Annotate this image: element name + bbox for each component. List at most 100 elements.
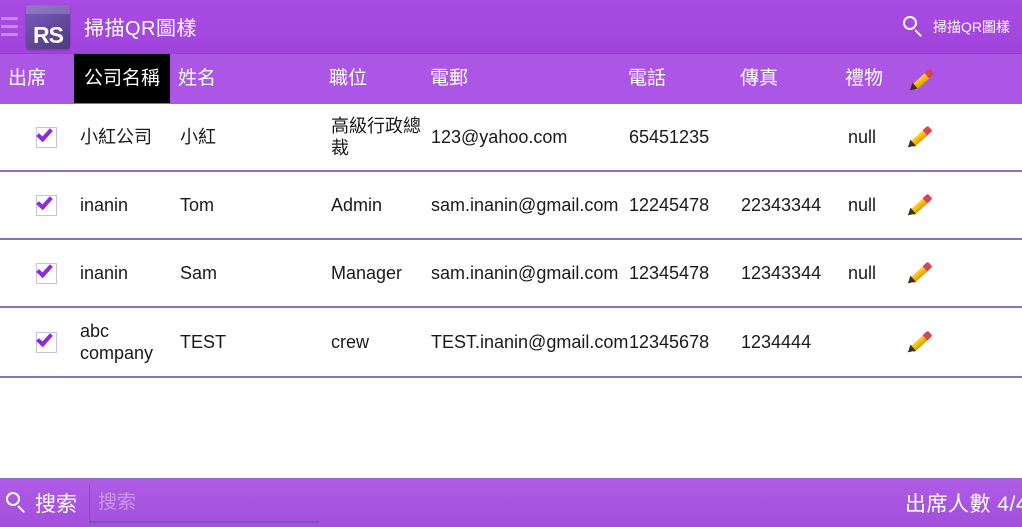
row-attend-checkbox-cell[interactable]: [36, 172, 70, 238]
app-logo[interactable]: RS: [26, 4, 70, 49]
table-row[interactable]: inanin Sam Manager sam.inanin@gmail.com …: [0, 240, 1022, 308]
row-phone-cell: 65451235: [629, 104, 733, 170]
column-header-edit[interactable]: [907, 67, 935, 98]
row-fax-cell: [741, 104, 837, 170]
checkmark-icon: [36, 192, 53, 210]
row-edit-button[interactable]: [905, 308, 946, 376]
column-header-fax[interactable]: 傳真: [740, 54, 778, 103]
search-icon: [903, 15, 925, 38]
company-value: abc company: [80, 321, 154, 363]
title-value: 高級行政總裁: [331, 116, 421, 158]
email-value: TEST.inanin@gmail.com: [431, 332, 629, 352]
column-header-email[interactable]: 電郵: [430, 54, 468, 103]
scan-qr-label: 掃描QR圖樣: [933, 18, 1010, 35]
row-fax-cell: 1234444: [741, 308, 837, 376]
row-phone-cell: 12345678: [629, 308, 733, 376]
column-header-phone[interactable]: 電話: [628, 54, 666, 103]
row-gift-cell: null: [848, 104, 904, 170]
row-email-cell: sam.inanin@gmail.com: [431, 172, 618, 238]
column-header-title[interactable]: 職位: [329, 54, 367, 103]
row-attend-checkbox-cell[interactable]: [36, 240, 70, 306]
pencil-icon: [905, 329, 933, 356]
row-email-cell: sam.inanin@gmail.com: [431, 240, 618, 306]
search-input-wrapper: [89, 483, 319, 523]
row-name-cell: TEST: [180, 308, 320, 376]
table-row[interactable]: 小紅公司 小紅 高級行政總裁 123@yahoo.com 65451235 nu…: [0, 104, 1022, 172]
column-header-gift[interactable]: 禮物: [845, 54, 883, 103]
phone-value: 12345478: [629, 263, 710, 283]
row-fax-cell: 22343344: [741, 172, 837, 238]
gift-value: null: [848, 127, 877, 147]
row-fax-cell: 12343344: [741, 240, 837, 306]
attendance-count: 出席人數 4/4: [904, 493, 1022, 516]
gift-value: null: [848, 263, 877, 283]
app-root: RS 掃描QR圖樣 掃描QR圖樣 出席 公司名稱 姓名 職位 電郵 電話 傳真 …: [0, 0, 1022, 527]
pencil-icon: [905, 260, 933, 287]
attendee-table-body: 小紅公司 小紅 高級行政總裁 123@yahoo.com 65451235 nu…: [0, 104, 1022, 478]
row-company-cell: inanin: [80, 172, 172, 238]
hamburger-bar: [1, 17, 18, 20]
pencil-icon: [905, 124, 933, 151]
row-company-cell: 小紅公司: [80, 104, 172, 170]
scan-qr-button[interactable]: 掃描QR圖樣: [903, 15, 1012, 38]
checkmark-icon: [36, 260, 53, 278]
name-value: Sam: [180, 263, 218, 283]
company-value: 小紅公司: [80, 127, 152, 147]
checkmark-icon: [36, 124, 53, 142]
row-edit-button[interactable]: [905, 172, 946, 238]
table-row[interactable]: abc company TEST crew TEST.inanin@gmail.…: [0, 308, 1022, 378]
hamburger-menu-icon[interactable]: [0, 10, 23, 44]
search-icon-ring: [6, 492, 20, 506]
attend-checkbox[interactable]: [36, 124, 57, 148]
hamburger-bar: [1, 33, 18, 36]
fax-value: 22343344: [741, 195, 822, 215]
row-title-cell: 高級行政總裁: [331, 104, 423, 170]
row-attend-checkbox-cell[interactable]: [36, 104, 70, 170]
row-gift-cell: null: [848, 172, 904, 238]
row-name-cell: Sam: [180, 240, 320, 306]
row-email-cell: TEST.inanin@gmail.com: [431, 308, 628, 376]
row-phone-cell: 12345478: [629, 240, 733, 306]
app-bar: RS 掃描QR圖樣 掃描QR圖樣: [0, 0, 1022, 53]
fax-value: 1234444: [741, 332, 812, 352]
row-email-cell: 123@yahoo.com: [431, 104, 621, 170]
search-label: 搜索: [35, 493, 77, 516]
fax-value: 12343344: [741, 263, 822, 283]
search-icon-ring: [903, 15, 917, 30]
search-input[interactable]: [89, 485, 319, 523]
row-attend-checkbox-cell[interactable]: [36, 308, 70, 376]
phone-value: 65451235: [629, 127, 710, 147]
column-header-attend[interactable]: 出席: [8, 54, 46, 103]
app-logo-text: RS: [33, 21, 64, 48]
pencil-icon: [907, 67, 935, 94]
row-edit-button[interactable]: [905, 104, 946, 170]
column-header-name[interactable]: 姓名: [178, 54, 216, 103]
attend-checkbox[interactable]: [36, 260, 57, 284]
table-header-row: 出席 公司名稱 姓名 職位 電郵 電話 傳真 禮物: [0, 53, 1022, 104]
row-title-cell: crew: [331, 308, 423, 376]
page-title: 掃描QR圖樣: [84, 18, 197, 40]
title-value: Manager: [331, 263, 403, 283]
phone-value: 12245478: [629, 195, 710, 215]
column-header-company[interactable]: 公司名稱: [74, 54, 171, 103]
table-row[interactable]: inanin Tom Admin sam.inanin@gmail.com 12…: [0, 172, 1022, 240]
row-phone-cell: 12245478: [629, 172, 733, 238]
row-edit-button[interactable]: [905, 240, 946, 306]
row-title-cell: Manager: [331, 240, 429, 306]
row-title-cell: Admin: [331, 172, 423, 238]
title-value: Admin: [331, 195, 383, 215]
search-button[interactable]: 搜索: [0, 488, 77, 518]
attend-checkbox[interactable]: [36, 329, 57, 353]
search-icon: [6, 492, 28, 514]
name-value: 小紅: [180, 127, 216, 147]
gift-value: null: [848, 195, 877, 215]
pencil-icon: [905, 192, 933, 219]
search-icon-handle: [17, 505, 26, 514]
row-name-cell: 小紅: [180, 104, 320, 170]
logo-sheen: [26, 4, 70, 14]
hamburger-bar: [1, 25, 18, 28]
attend-checkbox[interactable]: [36, 192, 57, 216]
name-value: Tom: [180, 195, 215, 215]
title-value: crew: [331, 332, 370, 352]
company-value: inanin: [80, 195, 129, 215]
